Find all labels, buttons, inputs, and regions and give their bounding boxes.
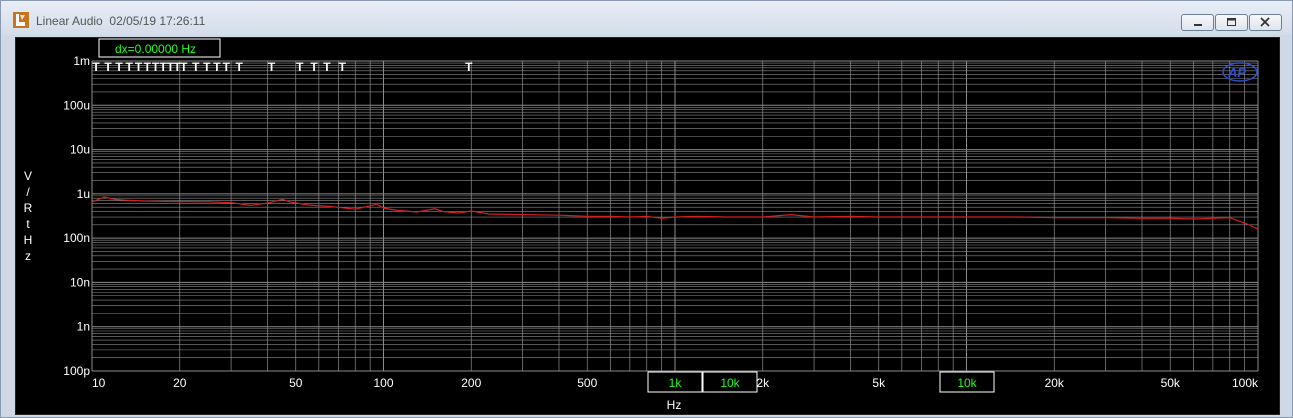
x-tick-label: 10 bbox=[92, 376, 106, 390]
frequency-marker[interactable]: T bbox=[203, 60, 211, 74]
frequency-marker[interactable]: T bbox=[135, 60, 143, 74]
y-axis-title-char: t bbox=[26, 217, 30, 231]
frequency-marker[interactable]: T bbox=[296, 60, 304, 74]
band-box-2[interactable]: 10k bbox=[702, 371, 758, 393]
y-axis-title-char: z bbox=[25, 249, 31, 263]
application-window: Linear Audio 02/05/19 17:26:11 1m 100u 10u… bbox=[0, 0, 1293, 418]
y-tick-label: 10n bbox=[70, 275, 90, 289]
frequency-markers: TTTTTTTTTTTTTTTTTTTTTT bbox=[92, 60, 473, 74]
x-tick-label: 50k bbox=[1161, 376, 1181, 390]
frequency-marker[interactable]: T bbox=[323, 60, 331, 74]
band-box-label: 10k bbox=[720, 376, 740, 390]
frequency-marker[interactable]: T bbox=[192, 60, 200, 74]
y-axis-title-char: V bbox=[24, 169, 32, 183]
frequency-marker[interactable]: T bbox=[213, 60, 221, 74]
y-tick-label: 100p bbox=[63, 364, 90, 378]
minimize-icon bbox=[1194, 24, 1202, 26]
y-tick-label: 1u bbox=[77, 187, 90, 201]
band-box-1[interactable]: 1k bbox=[647, 371, 703, 393]
y-tick-label: 100u bbox=[63, 98, 90, 112]
frequency-marker[interactable]: T bbox=[92, 60, 100, 74]
y-axis-title: V / RtHz bbox=[24, 169, 33, 263]
y-axis-title-char: R bbox=[24, 201, 33, 215]
y-axis-title-char: H bbox=[24, 233, 33, 247]
y-axis-title-char: / bbox=[26, 185, 30, 199]
linear-audio-logo-icon bbox=[13, 12, 29, 28]
x-axis-title: Hz bbox=[667, 398, 682, 412]
frequency-marker[interactable]: T bbox=[465, 60, 473, 74]
x-tick-label: 100k bbox=[1232, 376, 1259, 390]
frequency-marker[interactable]: T bbox=[144, 60, 152, 74]
x-tick-label: 200 bbox=[461, 376, 481, 390]
y-tick-label: 10u bbox=[70, 143, 90, 157]
frequency-marker[interactable]: T bbox=[268, 60, 276, 74]
maximize-icon bbox=[1227, 18, 1236, 26]
frequency-marker[interactable]: T bbox=[126, 60, 134, 74]
frequency-marker[interactable]: T bbox=[223, 60, 231, 74]
maximize-button[interactable] bbox=[1215, 14, 1248, 31]
y-tick-label: 1m bbox=[73, 54, 90, 68]
frequency-marker[interactable]: T bbox=[236, 60, 244, 74]
frequency-marker[interactable]: T bbox=[115, 60, 123, 74]
dx-readout: dx=0.00000 Hz bbox=[115, 42, 196, 56]
x-tick-label: 500 bbox=[577, 376, 597, 390]
ap-logo-icon: AP bbox=[1222, 62, 1258, 82]
band-box-label: 1k bbox=[669, 376, 683, 390]
window-title: Linear Audio 02/05/19 17:26:11 bbox=[36, 14, 206, 28]
minimize-button[interactable] bbox=[1181, 14, 1214, 31]
frequency-marker[interactable]: T bbox=[310, 60, 318, 74]
frequency-marker[interactable]: T bbox=[104, 60, 112, 74]
close-button[interactable] bbox=[1249, 14, 1282, 31]
close-icon bbox=[1260, 17, 1270, 27]
x-tick-label: 2k bbox=[756, 376, 770, 390]
band-box-label: 10k bbox=[957, 376, 977, 390]
x-tick-label: 5k bbox=[872, 376, 886, 390]
title-bar[interactable]: Linear Audio 02/05/19 17:26:11 bbox=[1, 1, 1292, 35]
band-box-3[interactable]: 10k bbox=[939, 371, 995, 393]
x-tick-label: 100 bbox=[373, 376, 393, 390]
y-tick-labels: 1m 100u 10u 1u 100n 10n 1n 100p bbox=[63, 54, 90, 378]
grid bbox=[91, 60, 1259, 372]
x-tick-label: 20 bbox=[173, 376, 187, 390]
noise-spectrum-chart[interactable]: 1m 100u 10u 1u 100n 10n 1n 100p 10 20 50 100 200 500… bbox=[16, 38, 1279, 414]
svg-text:AP: AP bbox=[1227, 65, 1246, 80]
frequency-marker[interactable]: T bbox=[180, 60, 188, 74]
x-tick-label: 50 bbox=[289, 376, 303, 390]
frequency-marker[interactable]: T bbox=[339, 60, 347, 74]
y-tick-label: 1n bbox=[77, 320, 90, 334]
plot-area[interactable]: 1m 100u 10u 1u 100n 10n 1n 100p 10 20 50 100 200 500… bbox=[15, 37, 1280, 415]
x-tick-label: 20k bbox=[1045, 376, 1065, 390]
readout-box[interactable]: dx=0.00000 Hz bbox=[98, 38, 221, 58]
y-tick-label: 100n bbox=[63, 231, 90, 245]
